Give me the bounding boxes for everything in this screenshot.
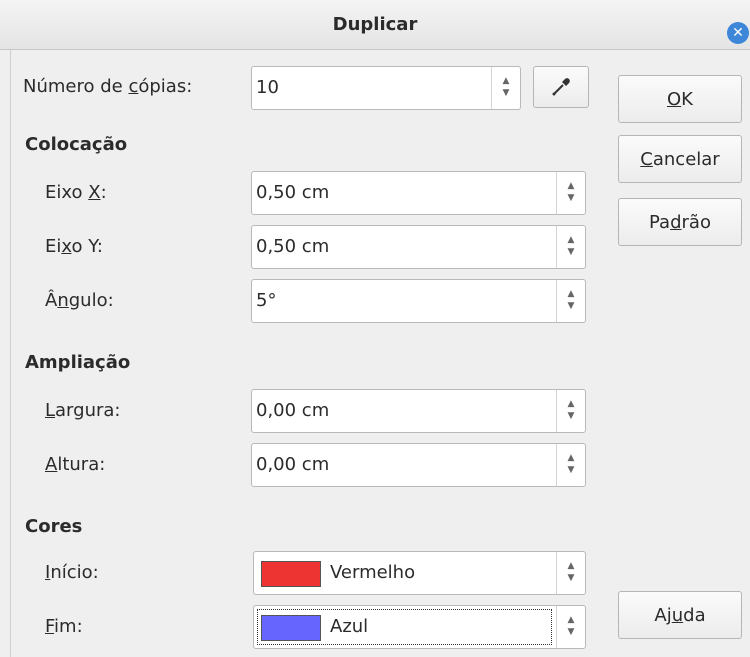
ok-button[interactable]: OK (618, 75, 742, 123)
angle-label: Ângulo: (45, 290, 114, 311)
angle-spinbox[interactable]: ▲▼ (251, 279, 586, 323)
start-color-label: Início: (45, 562, 99, 583)
width-input[interactable] (252, 390, 555, 432)
height-spinbox[interactable]: ▲▼ (251, 443, 586, 487)
placement-heading: Colocação (25, 134, 128, 155)
spin-up-icon[interactable]: ▲ (568, 289, 575, 301)
start-color-dropdown[interactable]: Vermelho ▲ ▼ (253, 551, 586, 595)
spin-up-icon[interactable]: ▲ (568, 235, 575, 247)
duplicate-dialog: Número de cópias: ▲ ▼ Colocação Eixo X: … (10, 50, 750, 657)
x-axis-label: Eixo X: (45, 182, 107, 203)
spin-down-icon[interactable]: ▼ (503, 88, 510, 100)
height-spin-buttons[interactable]: ▲ ▼ (556, 444, 585, 486)
y-axis-spinbox[interactable]: ▲▼ (251, 225, 586, 269)
chevron-up-icon: ▲ (567, 615, 575, 625)
cancel-button[interactable]: Cancelar (618, 135, 742, 183)
chevron-down-icon: ▼ (567, 573, 575, 583)
spin-down-icon[interactable]: ▼ (568, 411, 575, 423)
spin-up-icon[interactable]: ▲ (568, 453, 575, 465)
y-axis-input[interactable] (252, 226, 555, 268)
end-color-arrows[interactable]: ▲ ▼ (556, 606, 585, 648)
chevron-up-icon: ▲ (567, 561, 575, 571)
close-icon[interactable]: ✕ (727, 22, 749, 44)
spin-up-icon[interactable]: ▲ (568, 181, 575, 193)
dialog-title: Duplicar (332, 14, 418, 35)
copies-spin-buttons[interactable]: ▲ ▼ (491, 67, 520, 109)
end-color-value: Azul (330, 616, 369, 637)
colors-heading: Cores (25, 516, 83, 537)
spin-down-icon[interactable]: ▼ (568, 193, 575, 205)
x-axis-spin-buttons[interactable]: ▲ ▼ (556, 172, 585, 214)
chevron-down-icon: ▼ (567, 627, 575, 637)
width-label: Largura: (45, 400, 121, 421)
spin-up-icon[interactable]: ▲ (503, 76, 510, 88)
enlargement-heading: Ampliação (25, 352, 131, 373)
title-bar: Duplicar ✕ (0, 0, 750, 50)
x-axis-input[interactable] (252, 172, 555, 214)
height-input[interactable] (252, 444, 555, 486)
angle-spin-buttons[interactable]: ▲ ▼ (556, 280, 585, 322)
eyedropper-icon (552, 78, 570, 96)
y-axis-label: Eixo Y: (45, 236, 103, 257)
spin-down-icon[interactable]: ▼ (568, 465, 575, 477)
copies-label: Número de cópias: (23, 76, 193, 97)
spin-down-icon[interactable]: ▼ (568, 247, 575, 259)
end-color-label: Fim: (45, 616, 83, 637)
end-color-swatch (261, 615, 321, 641)
spin-up-icon[interactable]: ▲ (568, 399, 575, 411)
start-color-arrows[interactable]: ▲ ▼ (556, 552, 585, 594)
help-button[interactable]: Aj u da (618, 591, 742, 639)
x-axis-spinbox[interactable]: ▲▼ (251, 171, 586, 215)
width-spin-buttons[interactable]: ▲ ▼ (556, 390, 585, 432)
y-axis-spin-buttons[interactable]: ▲ ▼ (556, 226, 585, 268)
start-color-swatch (261, 561, 321, 587)
default-button[interactable]: Pa d rão (618, 198, 742, 246)
height-label: Altura: (45, 454, 106, 475)
pick-values-button[interactable] (533, 66, 589, 108)
angle-input[interactable] (252, 280, 555, 322)
copies-input[interactable] (252, 67, 490, 109)
start-color-value: Vermelho (330, 562, 416, 583)
width-spinbox[interactable]: ▲▼ (251, 389, 586, 433)
copies-spinbox[interactable]: ▲ ▼ (251, 66, 521, 110)
end-color-dropdown[interactable]: Azul ▲ ▼ (253, 605, 586, 649)
spin-down-icon[interactable]: ▼ (568, 301, 575, 313)
